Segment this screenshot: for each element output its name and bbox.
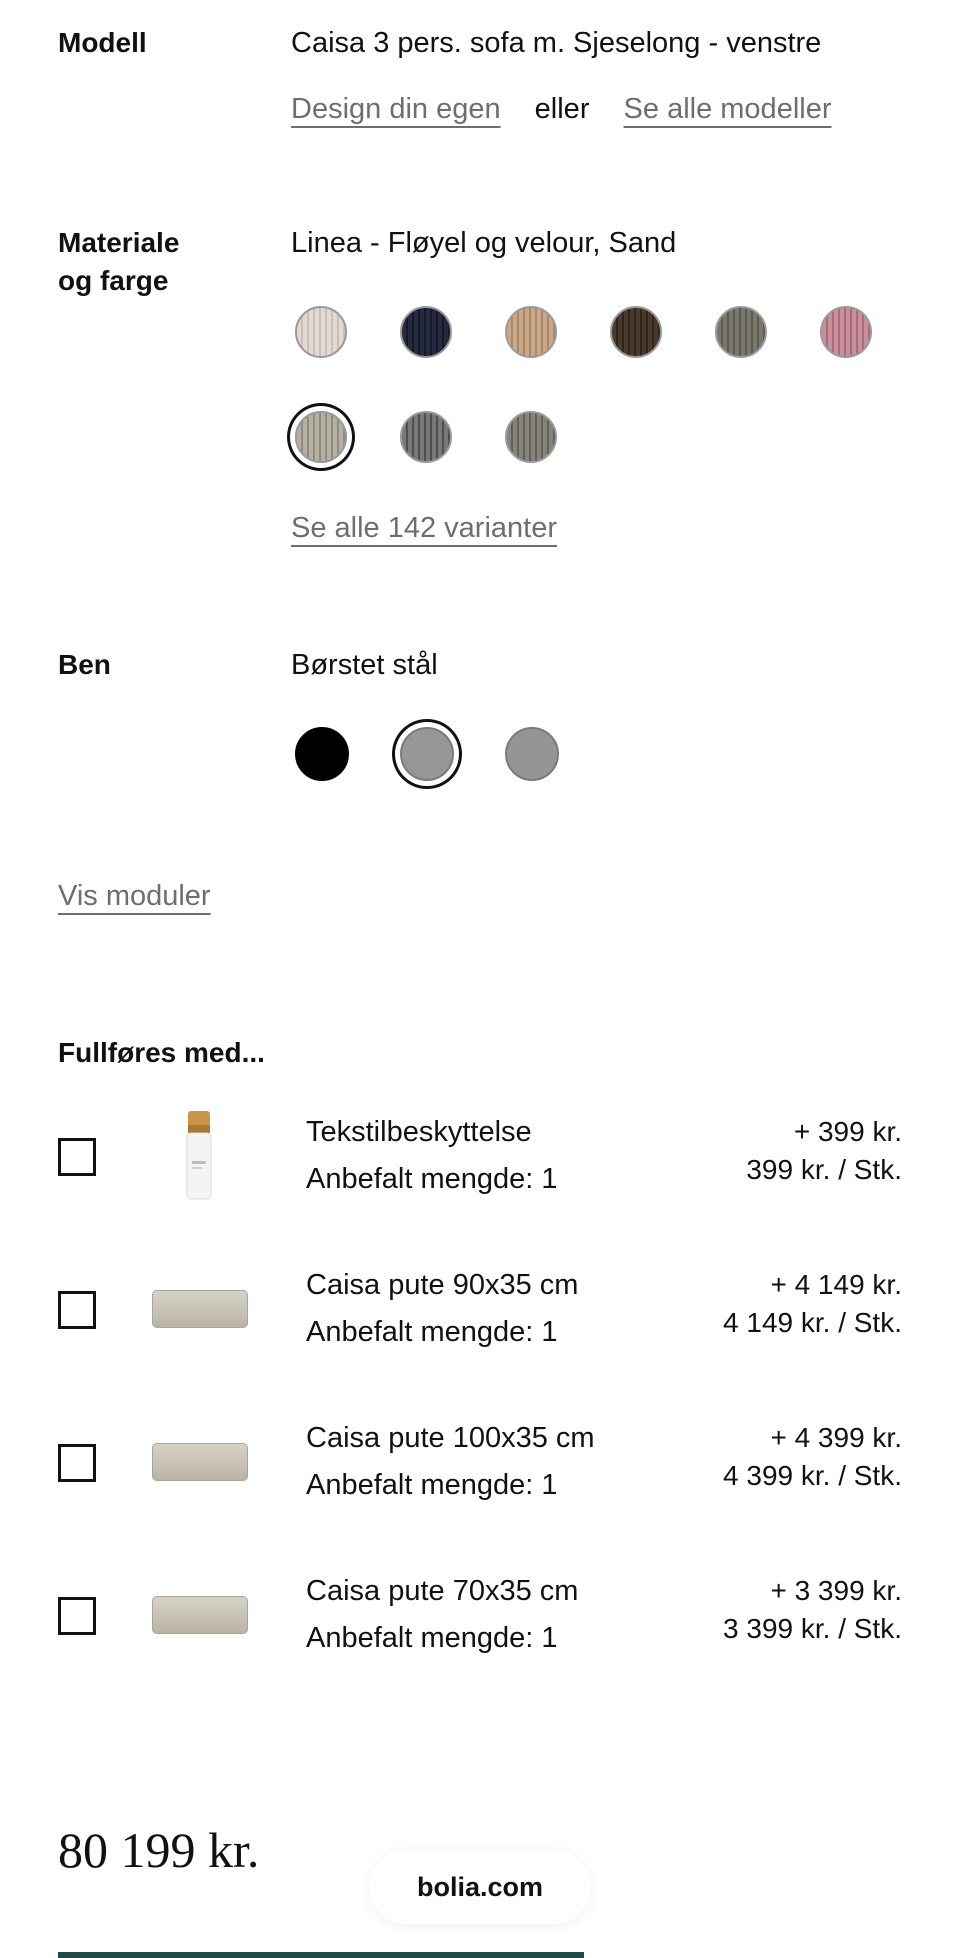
addons-title: Fullføres med... [58, 1037, 265, 1068]
total-price: 80 199 kr. [58, 1822, 260, 1878]
legs-value: Børstet stål [291, 649, 438, 681]
url-pill[interactable]: bolia.com [369, 1850, 591, 1924]
addon-checkbox[interactable] [58, 1444, 96, 1482]
addon-price: + 4 149 kr. [770, 1269, 902, 1300]
swatch-navy[interactable] [400, 306, 452, 358]
addon-checkbox[interactable] [58, 1597, 96, 1635]
model-value: Caisa 3 pers. sofa m. Sjeselong - venstr… [291, 27, 822, 59]
addon-checkbox[interactable] [58, 1291, 96, 1329]
swatch-sand[interactable] [295, 411, 347, 463]
cushion-thumb [152, 1290, 248, 1328]
material-label-line2: og farge [58, 265, 169, 296]
leg-option-black[interactable] [295, 727, 349, 781]
addon-price: + 399 kr. [793, 1116, 902, 1147]
swatch-brown[interactable] [610, 306, 662, 358]
cushion-thumb [152, 1443, 248, 1481]
show-modules-link[interactable]: Vis moduler [58, 880, 211, 912]
all-variants-link-wrap: Se alle 142 varianter [291, 512, 557, 545]
swatch-camel[interactable] [505, 306, 557, 358]
addon-checkbox[interactable] [58, 1138, 96, 1176]
swatch-rose[interactable] [820, 306, 872, 358]
model-links: Design din egen eller Se alle modeller [291, 90, 832, 128]
addon-recommended-qty: Anbefalt mengde: 1 [306, 1163, 558, 1195]
addon-unit-price: 399 kr. / Stk. [746, 1154, 902, 1185]
swatch-cream[interactable] [295, 306, 347, 358]
addon-unit-price: 3 399 kr. / Stk. [723, 1613, 902, 1644]
material-value: Linea - Fløyel og velour, Sand [291, 227, 677, 259]
cushion-thumb [152, 1596, 248, 1634]
swatch-olive-grey[interactable] [715, 306, 767, 358]
addon-price: + 3 399 kr. [770, 1575, 902, 1606]
addon-recommended-qty: Anbefalt mengde: 1 [306, 1622, 558, 1654]
addon-name: Caisa pute 90x35 cm [306, 1269, 579, 1301]
legs-label: Ben [58, 649, 111, 680]
addon-price: + 4 399 kr. [770, 1422, 902, 1453]
add-to-cart-button[interactable] [58, 1952, 584, 1958]
leg-option-grey[interactable] [505, 727, 559, 781]
addon-unit-price: 4 149 kr. / Stk. [723, 1307, 902, 1338]
design-your-own-link[interactable]: Design din egen [291, 93, 501, 125]
or-text: eller [534, 93, 590, 125]
all-variants-link[interactable]: Se alle 142 varianter [291, 512, 557, 544]
material-label-line1: Materiale [58, 227, 180, 258]
addon-recommended-qty: Anbefalt mengde: 1 [306, 1469, 558, 1501]
model-label: Modell [58, 27, 147, 58]
swatch-taupe[interactable] [505, 411, 557, 463]
spray-bottle-thumb [186, 1111, 212, 1206]
url-text: bolia.com [416, 1871, 544, 1902]
all-models-link[interactable]: Se alle modeller [624, 93, 832, 125]
addon-name: Caisa pute 100x35 cm [306, 1422, 595, 1454]
swatch-dark-grey[interactable] [400, 411, 452, 463]
material-label: Materiale og farge [58, 224, 179, 300]
addon-unit-price: 4 399 kr. / Stk. [723, 1460, 902, 1491]
leg-option-brushed-steel[interactable] [400, 727, 454, 781]
addon-recommended-qty: Anbefalt mengde: 1 [306, 1316, 558, 1348]
addon-name: Caisa pute 70x35 cm [306, 1575, 579, 1607]
modules-link-wrap: Vis moduler [58, 880, 211, 913]
addon-name: Tekstilbeskyttelse [306, 1116, 532, 1148]
